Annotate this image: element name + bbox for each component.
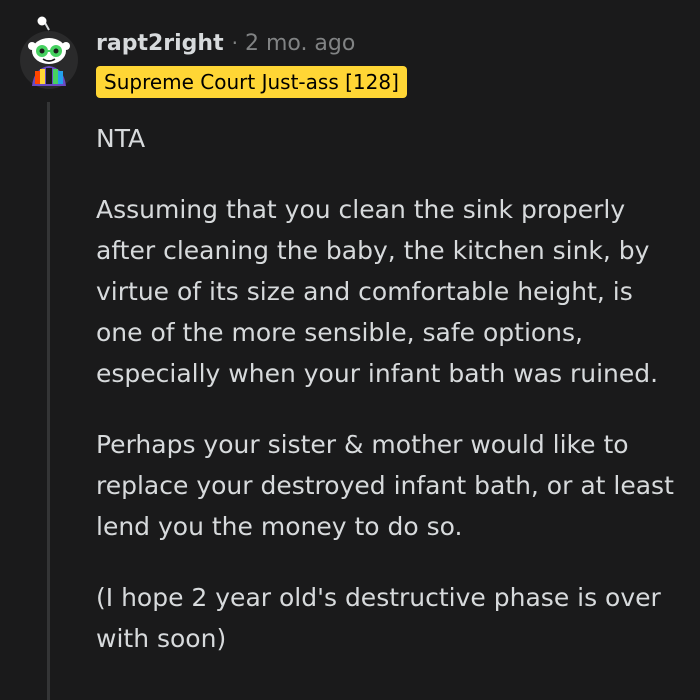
comment-paragraph: NTA xyxy=(96,124,146,153)
comment-paragraph: (I hope 2 year old's destructive phase i… xyxy=(96,583,661,653)
user-avatar[interactable] xyxy=(18,16,80,90)
comment-body: NTA Assuming that you clean the sink pro… xyxy=(96,118,686,659)
user-flair: Supreme Court Just-ass [128] xyxy=(96,66,407,98)
username-link[interactable]: rapt2right xyxy=(96,31,224,56)
comment-meta: rapt2right · 2 mo. ago xyxy=(96,28,355,58)
comment-paragraph: Perhaps your sister & mother would like … xyxy=(96,430,674,541)
meta-separator: · xyxy=(231,31,238,55)
comment-paragraph: Assuming that you clean the sink properl… xyxy=(96,195,659,388)
thread-collapse-line[interactable] xyxy=(47,102,50,700)
comment-timestamp[interactable]: 2 mo. ago xyxy=(245,31,355,56)
snoo-avatar-icon xyxy=(20,16,78,89)
